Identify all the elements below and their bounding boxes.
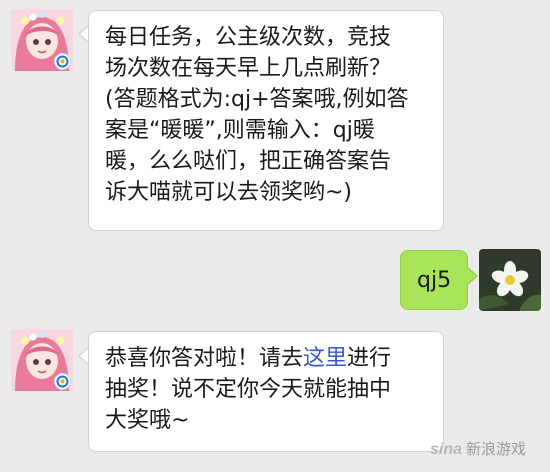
my-avatar[interactable] bbox=[479, 249, 541, 311]
game-logo-icon bbox=[55, 374, 70, 389]
message-text-line: 场次数在每天早上几点刷新？ bbox=[105, 56, 392, 81]
message-text-line: 每日任务，公主级次数，竞技 bbox=[105, 25, 392, 50]
message-text-line: 暖，么么哒们，把正确答案告 bbox=[105, 149, 392, 174]
sina-games-watermark: sina 新浪游戏 bbox=[430, 438, 526, 459]
incoming-message-bubble[interactable]: 恭喜你答对啦！请去这里进行 抽奖！说不定你今天就能抽中 大奖哦~ bbox=[88, 331, 444, 452]
sender-avatar[interactable] bbox=[11, 9, 73, 71]
message-text: qj5 bbox=[417, 268, 452, 293]
message-text-line: 诉大喵就可以去领奖哟~) bbox=[105, 180, 353, 205]
watermark-text: 新浪游戏 bbox=[466, 441, 527, 458]
message-text-line: (答题格式为:qj+答案哦,例如答 bbox=[105, 87, 409, 112]
message-text-line: 抽奖！说不定你今天就能抽中 bbox=[105, 377, 392, 402]
lottery-link[interactable]: 这里 bbox=[303, 346, 347, 371]
message-text-line: 案是“暖暖”,则需输入：qj暖 bbox=[105, 118, 375, 143]
sina-eye-logo-icon: sina bbox=[430, 441, 463, 458]
outgoing-message-bubble[interactable]: qj5 bbox=[400, 250, 468, 310]
incoming-message-bubble[interactable]: 每日任务，公主级次数，竞技 场次数在每天早上几点刷新？ (答题格式为:qj+答案… bbox=[88, 10, 444, 231]
sender-avatar[interactable] bbox=[11, 329, 73, 391]
white-flower-avatar-icon bbox=[479, 249, 541, 311]
message-text-line: 恭喜你答对啦！请去这里进行 bbox=[105, 346, 392, 371]
game-logo-icon bbox=[55, 54, 70, 69]
message-text-line: 大奖哦~ bbox=[105, 408, 190, 433]
